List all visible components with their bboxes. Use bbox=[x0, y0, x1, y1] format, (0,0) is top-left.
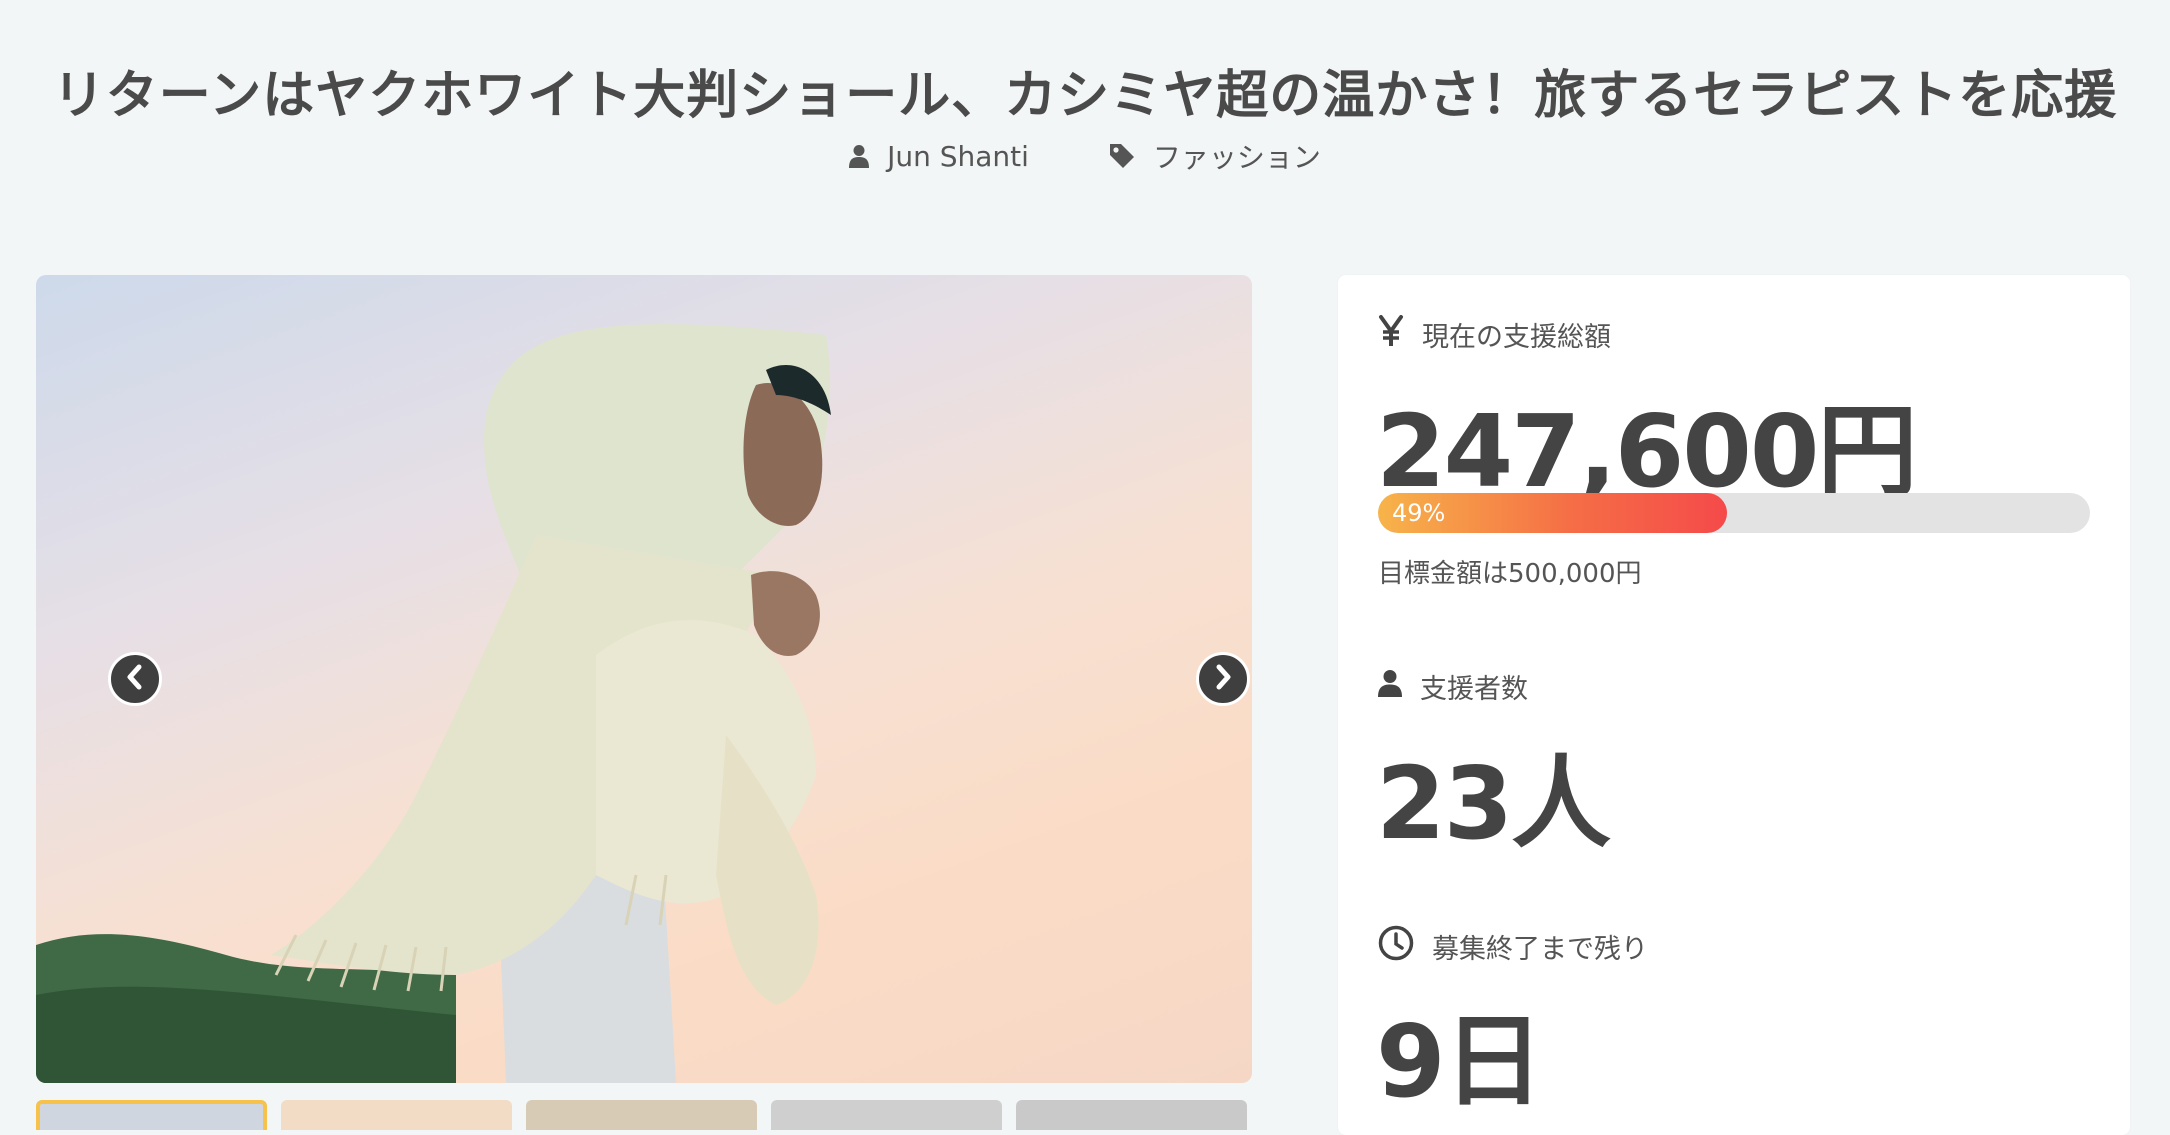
clock-icon bbox=[1378, 925, 1414, 968]
supporters-value: 23人 bbox=[1376, 745, 1611, 862]
supporters-label-row: 支援者数 bbox=[1378, 667, 1528, 706]
yen-icon bbox=[1378, 315, 1404, 354]
project-photo bbox=[36, 324, 831, 1083]
page-title: リターンはヤクホワイト大判ショール、カシミヤ超の温かさ！旅するセラピストを応援 bbox=[52, 65, 2118, 126]
funding-progress-fill: 49% bbox=[1378, 493, 1727, 533]
funding-progress-percent: 49% bbox=[1392, 499, 1446, 527]
thumbnail-strip bbox=[36, 1100, 1252, 1130]
category-link[interactable]: ファッション bbox=[1153, 136, 1321, 176]
goal-amount-text: 目標金額は500,000円 bbox=[1378, 559, 1642, 589]
person-icon bbox=[1378, 669, 1402, 704]
category-meta[interactable]: ファッション bbox=[1109, 136, 1321, 176]
total-raised-label: 現在の支援総額 bbox=[1422, 322, 1611, 353]
thumbnail-5[interactable] bbox=[1016, 1100, 1247, 1130]
chevron-left-icon bbox=[124, 664, 146, 694]
remaining-label: 募集終了まで残り bbox=[1432, 934, 1648, 965]
project-meta: Jun Shanti ファッション bbox=[0, 136, 2170, 176]
thumbnail-1[interactable] bbox=[36, 1100, 267, 1130]
carousel-prev-button[interactable] bbox=[108, 652, 162, 706]
thumbnail-2[interactable] bbox=[281, 1100, 512, 1130]
tag-icon bbox=[1109, 143, 1135, 169]
person-icon bbox=[849, 144, 870, 168]
remaining-label-row: 募集終了まで残り bbox=[1378, 925, 1648, 968]
thumbnail-4[interactable] bbox=[771, 1100, 1002, 1130]
author-link[interactable]: Jun Shanti bbox=[887, 140, 1029, 173]
funding-stats-card: 現在の支援総額 247,600円 49% 目標金額は500,000円 支援者数 … bbox=[1338, 275, 2130, 1135]
thumbnail-3[interactable] bbox=[526, 1100, 757, 1130]
remaining-value: 9日 bbox=[1376, 1003, 1544, 1120]
supporters-label: 支援者数 bbox=[1420, 674, 1528, 705]
carousel-next-button[interactable] bbox=[1196, 652, 1250, 706]
author-meta[interactable]: Jun Shanti bbox=[849, 140, 1029, 173]
project-image-carousel[interactable] bbox=[36, 275, 1252, 1083]
chevron-right-icon bbox=[1212, 664, 1234, 694]
funding-progress-bar: 49% bbox=[1378, 493, 2090, 533]
total-raised-label-row: 現在の支援総額 bbox=[1378, 315, 1611, 354]
